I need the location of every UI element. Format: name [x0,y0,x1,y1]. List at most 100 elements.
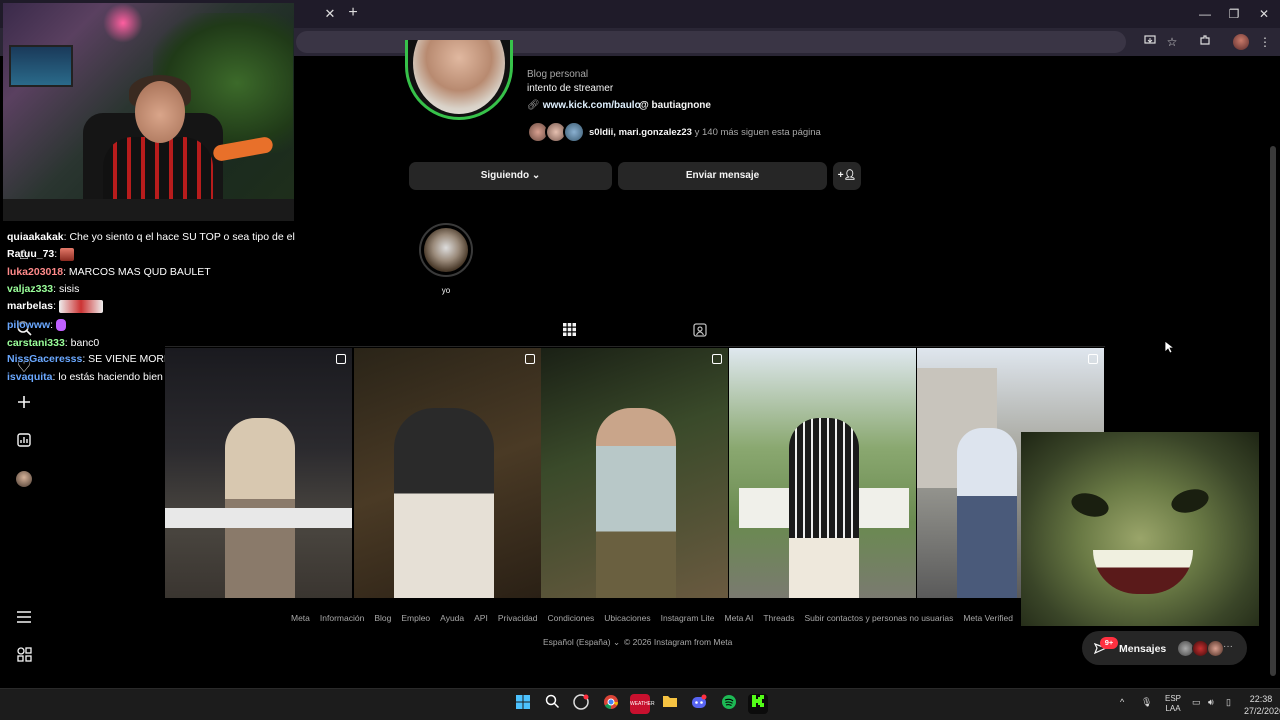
chat-username[interactable]: NissGaceresss [7,353,82,365]
volume-icon[interactable]: 🔊︎ [1208,697,1214,707]
send-message-button[interactable]: Enviar mensaje [618,162,827,190]
story-highlight[interactable] [419,223,473,277]
chat-message: Ratuu_73: [7,247,75,261]
footer-link[interactable]: Información [320,613,364,623]
star-icon[interactable]: ☆ [1163,33,1181,51]
post-thumbnail[interactable] [541,348,728,598]
dashboard-icon[interactable] [14,432,34,452]
messages-more-icon[interactable]: ··· [1223,641,1233,652]
chat-username[interactable]: Ratuu_73 [7,248,54,260]
suggest-people-button[interactable]: +👤︎ [833,162,861,190]
following-button-label: Siguiendo [480,170,530,181]
mutual-followers-text[interactable]: s0ldii, mari.gonzalez23 y 140 más siguen… [589,127,821,138]
footer-link[interactable]: Ayuda [440,613,464,623]
profile-avatar[interactable] [405,40,513,120]
input-language[interactable]: ESP LAA [1163,694,1183,714]
mutual-followers-count: y 140 más siguen esta página [691,127,821,138]
posts-grid-tab-icon[interactable] [561,323,577,339]
messages-badge: 9+ [1100,637,1118,649]
chat-username[interactable]: valjaz333 [7,283,53,295]
tray-overflow-icon[interactable]: ^ [1120,697,1124,707]
footer-link[interactable]: Condiciones [548,613,595,623]
threads-handle[interactable]: bautiagnone [652,100,711,111]
streamer-webcam [3,3,294,221]
chrome-icon[interactable] [601,694,621,714]
also-from-meta-icon[interactable] [14,646,34,666]
carousel-icon [525,354,535,364]
chat-username[interactable]: isvaquita [7,371,53,383]
footer-link[interactable]: Instagram Lite [661,613,715,623]
chat-username[interactable]: pilowww [7,319,50,331]
minimize-button[interactable]: — [1196,5,1214,23]
network-icon[interactable]: ▭ [1192,697,1201,707]
clock-date[interactable]: 27/2/2026 [1244,706,1280,716]
message-avatar [1207,640,1224,657]
extensions-icon[interactable] [1196,33,1214,51]
language-label: Español (España) [543,637,611,647]
post-thumbnail[interactable] [729,348,916,598]
discord-icon[interactable] [689,694,709,714]
chat-username[interactable]: marbelas [7,300,53,312]
add-person-icon: +👤︎ [837,170,857,181]
file-explorer-icon[interactable] [660,694,680,714]
obs-icon[interactable] [571,694,591,714]
threads-icon: @ [639,100,652,111]
footer-link[interactable]: Privacidad [498,613,538,623]
new-tab-button[interactable]: + [344,4,362,22]
chat-text: sisis [58,283,80,295]
chat-username[interactable]: carstani333 [7,337,65,349]
chevron-down-icon: ⌄ [612,637,621,647]
footer-link[interactable]: Subir contactos y personas no usuarias [805,613,954,623]
link-icon: 🔗︎ [527,100,540,111]
post-thumbnail[interactable] [354,348,541,598]
chat-message: quiaakakak: Che yo siento q el hace SU T… [7,231,295,243]
profile-link[interactable]: 🔗︎ www.kick.com/baulo [527,100,641,111]
language-selector[interactable]: Español (España) ⌄ [543,637,620,648]
close-window-button[interactable]: ✕ [1255,5,1273,23]
post-thumbnail[interactable] [165,348,352,598]
page-scrollbar[interactable] [1270,146,1276,676]
footer-link[interactable]: API [474,613,488,623]
restore-button[interactable]: ❐ [1225,5,1243,23]
spotify-icon[interactable] [719,694,739,714]
tab-close-icon[interactable]: ✕ [322,6,338,22]
chat-emote-icon [60,247,75,261]
nav-profile-avatar[interactable] [16,471,32,487]
story-highlight-label: yo [441,286,451,295]
install-icon[interactable] [1141,33,1159,51]
footer-link[interactable]: Meta [291,613,310,623]
menu-icon[interactable]: ⋮ [1256,33,1274,51]
language-code: ESP [1164,694,1181,703]
mutual-followers-avatars[interactable] [527,121,587,143]
threads-link[interactable]: @ bautiagnone [639,100,711,111]
create-icon[interactable] [14,394,34,414]
footer-link[interactable]: Ubicaciones [604,613,650,623]
clock-time[interactable]: 22:38 [1244,694,1278,704]
carousel-icon [712,354,722,364]
following-button[interactable]: Siguiendo ⌄ [409,162,612,190]
footer-link[interactable]: Empleo [401,613,430,623]
mouse-cursor-icon [1164,340,1176,354]
chat-text: Che yo siento q el hace SU TOP o sea tip… [69,231,295,243]
profile-link-text[interactable]: www.kick.com/baulo [543,100,641,111]
browser-profile-avatar[interactable] [1233,34,1249,50]
battery-icon[interactable]: ▯ [1226,697,1231,707]
footer-link[interactable]: Blog [374,613,391,623]
mutual-followers-names[interactable]: s0ldii, mari.gonzalez23 [589,127,692,138]
chat-text: MARCOS MAS QUD BAULET [68,266,211,278]
chat-message: marbelas: [7,299,103,313]
footer-link[interactable]: Meta AI [724,613,753,623]
carousel-icon [336,354,346,364]
footer-link[interactable]: Threads [763,613,794,623]
microphone-icon[interactable]: 🎙︎ [1141,697,1152,707]
search-icon[interactable] [542,694,562,714]
chat-emote-icon [58,299,103,313]
news-app-icon[interactable]: WEATHER [630,694,655,714]
footer-link[interactable]: Meta Verified [963,613,1013,623]
more-menu-icon[interactable] [14,609,34,629]
kick-icon[interactable] [748,694,768,714]
windows-start-icon[interactable] [513,694,533,714]
tagged-tab-icon[interactable] [692,323,708,339]
chat-username[interactable]: quiaakakak [7,231,64,243]
chat-username[interactable]: luka203018 [7,266,63,278]
